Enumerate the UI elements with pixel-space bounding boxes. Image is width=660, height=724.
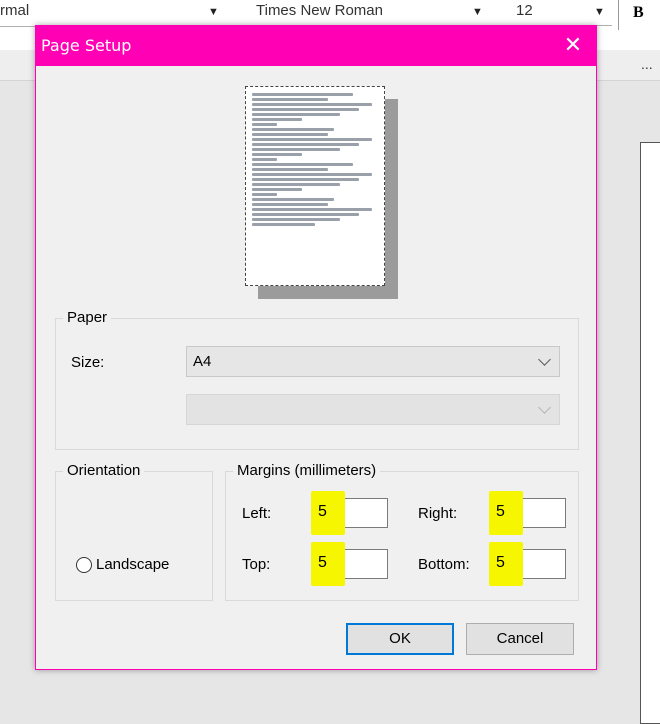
paper-group: Paper Size: A4 (55, 309, 579, 450)
right-margin-value: 5 (496, 503, 505, 520)
font-combo-value: Times New Roman (256, 2, 383, 19)
landscape-label[interactable]: Landscape (96, 556, 169, 573)
font-combo[interactable]: Times New Roman (238, 0, 450, 26)
top-margin-label: Top: (242, 556, 271, 573)
font-dropdown-arrow-icon[interactable]: ▼ (472, 6, 483, 18)
right-margin-label: Right: (418, 505, 458, 522)
size-label: Size: (71, 354, 105, 371)
orientation-group: Orientation Landscape (55, 462, 213, 601)
size-combo-value: 12 (516, 2, 533, 19)
style-dropdown-arrow-icon[interactable]: ▼ (208, 6, 219, 18)
cancel-button[interactable]: Cancel (466, 623, 574, 655)
page-setup-dialog: Page Setup ✕ Paper Size: A4 Orientation … (35, 25, 597, 670)
bottom-margin-input[interactable]: 5 (489, 542, 566, 586)
paper-group-label: Paper (63, 309, 112, 326)
left-margin-input[interactable]: 5 (311, 491, 388, 535)
dialog-titlebar[interactable]: Page Setup ✕ (36, 26, 596, 66)
top-margin-highlight (311, 542, 345, 586)
margins-group-label: Margins (millimeters) (233, 462, 381, 479)
document-page (640, 142, 660, 724)
size-dropdown-arrow-icon[interactable]: ▼ (594, 6, 605, 18)
left-margin-label: Left: (242, 505, 272, 522)
paper-source-select (186, 394, 560, 425)
top-margin-input[interactable]: 5 (311, 542, 388, 586)
top-margin-value: 5 (318, 554, 327, 571)
page-preview (245, 86, 385, 286)
paper-size-select[interactable]: A4 (186, 346, 560, 377)
paper-size-value: A4 (193, 353, 212, 370)
left-margin-value: 5 (318, 503, 327, 520)
landscape-radio[interactable] (76, 557, 92, 573)
more-options-button[interactable]: ... (641, 56, 653, 72)
dialog-title: Page Setup (41, 36, 132, 55)
orientation-group-label: Orientation (63, 462, 145, 479)
bottom-margin-label: Bottom: (418, 556, 470, 573)
style-combo[interactable]: rmal (0, 0, 230, 27)
margins-group: Margins (millimeters) Left: 5 Right: 5 T… (225, 462, 579, 601)
chevron-down-icon (538, 401, 551, 414)
right-margin-highlight (489, 491, 523, 535)
close-icon[interactable]: ✕ (550, 26, 596, 66)
bold-button[interactable]: B (618, 0, 660, 30)
chevron-down-icon (538, 353, 551, 366)
ok-button[interactable]: OK (346, 623, 454, 655)
bottom-margin-value: 5 (496, 554, 505, 571)
style-combo-value: rmal (0, 2, 30, 19)
left-margin-highlight (311, 491, 345, 535)
bottom-margin-highlight (489, 542, 523, 586)
right-margin-input[interactable]: 5 (489, 491, 566, 535)
